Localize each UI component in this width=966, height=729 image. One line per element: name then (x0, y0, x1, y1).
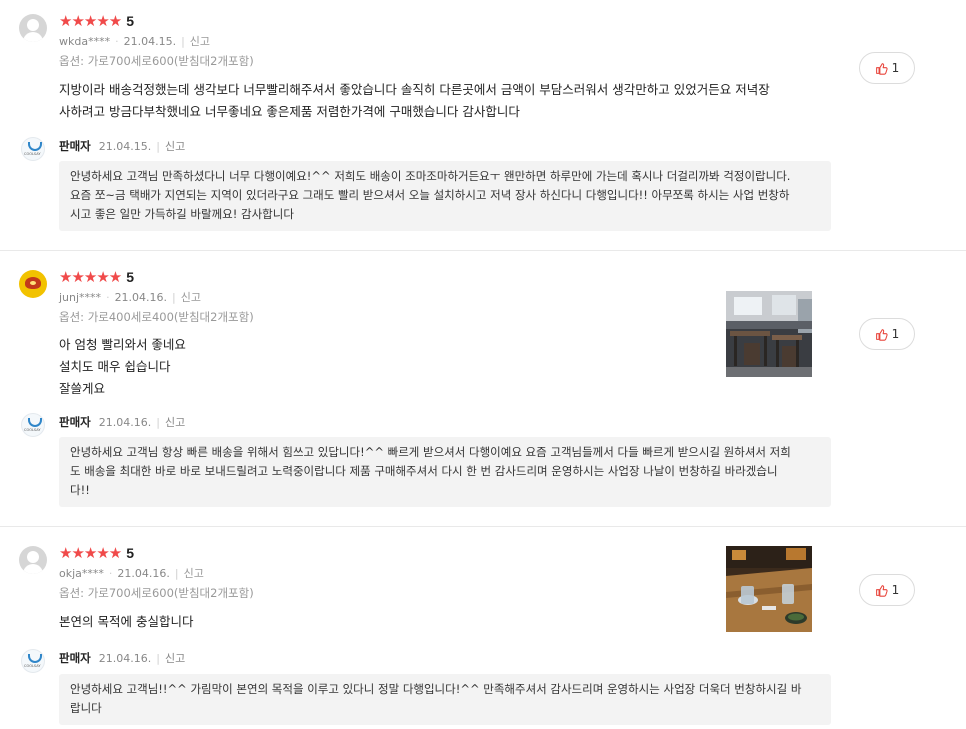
user-avatar-icon (19, 14, 47, 42)
thumbs-up-icon (875, 62, 888, 75)
seller-logo: COOLSAY (21, 649, 45, 673)
reply-date: 21.04.16. (98, 416, 152, 429)
purchase-option: 옵션: 가로700세로600(받침대2개포함) (59, 586, 254, 600)
seller-reply: 안녕하세요 고객님!!^^ 가림막이 본연의 목적을 이루고 있다니 정말 다행… (59, 674, 831, 725)
divider (0, 250, 966, 251)
review-text: 아 엄청 빨리와서 좋네요 설치도 매우 쉽습니다 잘쓸게요 (59, 334, 829, 400)
review-meta: junj**** · 21.04.16. | 신고 (59, 291, 202, 304)
like-count: 1 (891, 583, 900, 597)
thumbs-up-icon (875, 328, 888, 341)
seller-reply-header: 판매자 21.04.16. | 신고 (59, 651, 186, 665)
review-text-line: 잘쓸게요 (59, 381, 106, 396)
like-count: 1 (891, 61, 900, 75)
report-link[interactable]: 신고 (181, 291, 201, 304)
review-photo[interactable] (726, 291, 812, 377)
seller-reply: 안녕하세요 고객님 만족하셨다니 너무 다행이예요!^^ 저희도 배송이 조마조… (59, 161, 831, 231)
user-avatar-icon (19, 270, 47, 298)
review-text: 본연의 목적에 충실합니다 (59, 611, 829, 633)
rating: ★★★★★ 5 (59, 544, 134, 562)
seller-logo-text: COOLSAY (24, 152, 41, 156)
reviewer-id: junj**** (59, 291, 102, 304)
seller-logo: COOLSAY (21, 137, 45, 161)
star-rating-icon: ★★★★★ (59, 268, 122, 286)
review-date: 21.04.16. (114, 291, 168, 304)
seller-name: 판매자 (59, 651, 91, 665)
seller-logo-text: COOLSAY (24, 428, 41, 432)
report-link[interactable]: 신고 (184, 567, 204, 580)
review-date: 21.04.16. (117, 567, 170, 580)
reply-text-line: 요즘 쪼~금 택배가 지연되는 지역이 있더라구요 그래도 빨리 받으셔서 오늘… (70, 188, 790, 202)
star-rating-icon: ★★★★★ (59, 544, 122, 562)
reply-text-line: 랍니다 (70, 701, 102, 715)
review-meta: okja**** · 21.04.16. | 신고 (59, 567, 204, 580)
seller-logo: COOLSAY (21, 413, 45, 437)
like-button[interactable]: 1 (859, 52, 915, 84)
user-avatar-icon (19, 546, 47, 574)
review-text-line: 아 엄청 빨리와서 좋네요 (59, 337, 186, 352)
review-meta: wkda**** · 21.04.15. | 신고 (59, 35, 211, 48)
reviewer-id: okja**** (59, 567, 104, 580)
reply-text-line: 안녕하세요 고객님 만족하셨다니 너무 다행이예요!^^ 저희도 배송이 조마조… (70, 169, 791, 183)
divider (0, 526, 966, 527)
reply-text-line: 안녕하세요 고객님!!^^ 가림막이 본연의 목적을 이루고 있다니 정말 다행… (70, 682, 802, 696)
report-link[interactable]: 신고 (190, 35, 210, 48)
reply-date: 21.04.15. (98, 140, 152, 153)
purchase-option: 옵션: 가로400세로400(받침대2개포함) (59, 310, 254, 324)
rating-score: 5 (126, 13, 135, 29)
seller-logo-text: COOLSAY (24, 664, 41, 668)
rating: ★★★★★ 5 (59, 12, 134, 30)
seller-reply-header: 판매자 21.04.16. | 신고 (59, 415, 186, 429)
reply-text-line: 시고 좋은 일만 가득하길 바랄께요! 감사합니다 (70, 207, 294, 221)
reply-text-line: 다!! (70, 483, 90, 497)
thumbs-up-icon (875, 584, 888, 597)
star-rating-icon: ★★★★★ (59, 12, 122, 30)
review-text-line: 설치도 매우 쉽습니다 (59, 359, 171, 374)
seller-name: 판매자 (59, 139, 91, 153)
review-text: 지방이라 배송걱정했는데 생각보다 너무빨리해주셔서 좋았습니다 솔직히 다른곳… (59, 79, 829, 123)
seller-name: 판매자 (59, 415, 91, 429)
review-text-line: 지방이라 배송걱정했는데 생각보다 너무빨리해주셔서 좋았습니다 솔직히 다른곳… (59, 82, 770, 97)
review-text-line: 사하려고 방금다부착했네요 너무좋네요 좋은제품 저렴한가격에 구매했습니다 감… (59, 104, 520, 119)
rating-score: 5 (126, 545, 135, 561)
purchase-option: 옵션: 가로700세로600(받침대2개포함) (59, 54, 254, 68)
like-button[interactable]: 1 (859, 318, 915, 350)
review-photo[interactable] (726, 546, 812, 632)
review-date: 21.04.15. (123, 35, 177, 48)
like-count: 1 (891, 327, 900, 341)
reply-text-line: 안녕하세요 고객님 항상 빠른 배송을 위해서 힘쓰고 있답니다!^^ 빠르게 … (70, 445, 791, 459)
seller-reply-header: 판매자 21.04.15. | 신고 (59, 139, 186, 153)
report-link[interactable]: 신고 (165, 416, 185, 429)
report-link[interactable]: 신고 (165, 652, 185, 665)
report-link[interactable]: 신고 (165, 140, 185, 153)
rating-score: 5 (126, 269, 135, 285)
rating: ★★★★★ 5 (59, 268, 134, 286)
reply-date: 21.04.16. (98, 652, 152, 665)
reply-text-line: 도 배송을 최대한 바로 바로 보내드릴려고 노력중이랍니다 제품 구매해주셔서… (70, 464, 778, 478)
like-button[interactable]: 1 (859, 574, 915, 606)
seller-reply: 안녕하세요 고객님 항상 빠른 배송을 위해서 힘쓰고 있답니다!^^ 빠르게 … (59, 437, 831, 507)
review-text-line: 본연의 목적에 충실합니다 (59, 614, 194, 629)
reviewer-id: wkda**** (59, 35, 111, 48)
